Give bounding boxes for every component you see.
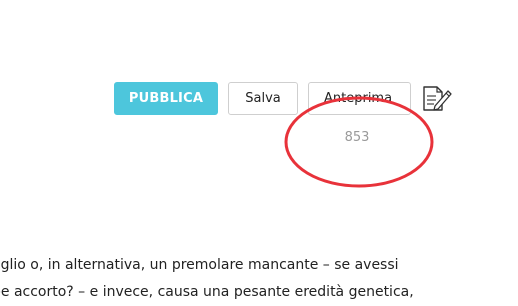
article-body: eglio o, in alternativa, un premolare ma…	[0, 252, 518, 306]
publish-button[interactable]: PUBBLICA	[114, 82, 218, 115]
preview-button[interactable]: Anteprima	[308, 82, 411, 115]
article-line: be accorto? – e invece, causa una pesant…	[0, 284, 414, 300]
edit-document-icon[interactable]	[418, 84, 452, 112]
word-count: 853	[344, 130, 370, 145]
article-line: eglio o, in alternativa, un premolare ma…	[0, 257, 399, 273]
save-button[interactable]: Salva	[228, 82, 298, 115]
